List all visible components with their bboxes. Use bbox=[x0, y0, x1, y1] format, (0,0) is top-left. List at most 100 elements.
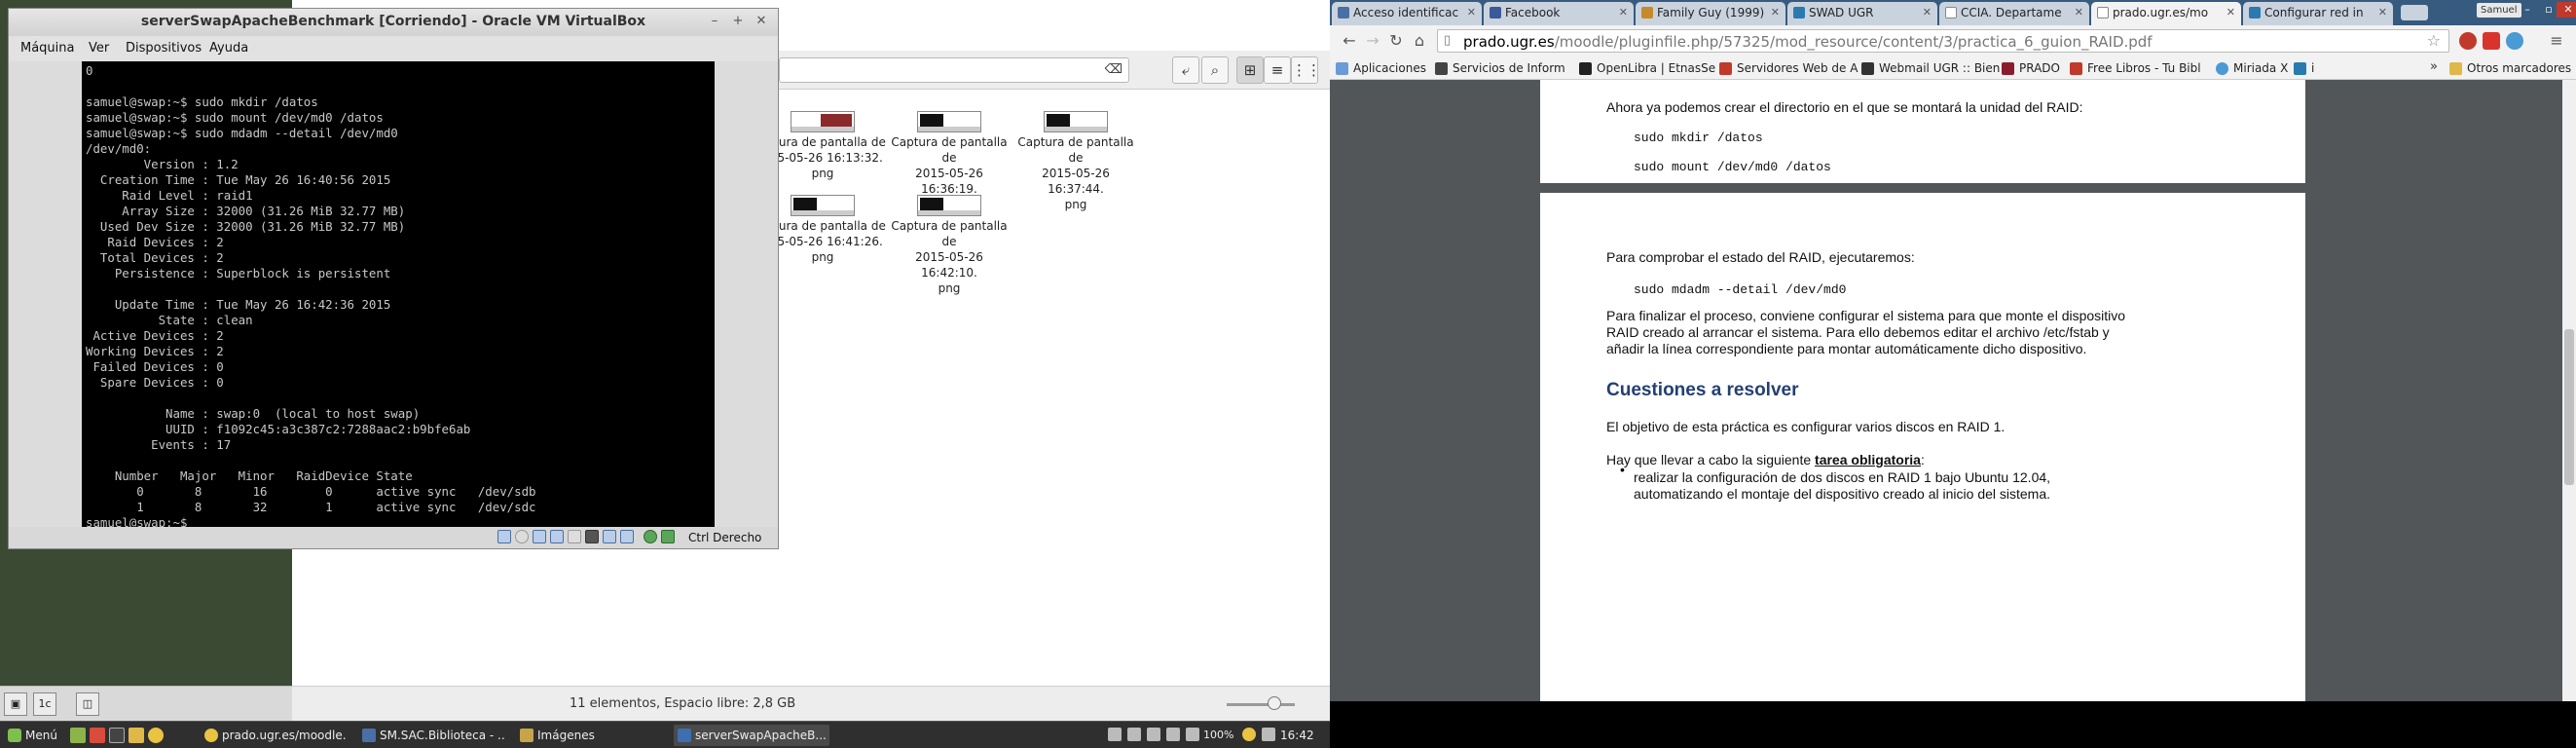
display-icon[interactable] bbox=[585, 530, 599, 543]
close-icon[interactable]: ✕ bbox=[2378, 2, 2387, 23]
bookmark-webmail[interactable]: Webmail UGR :: Bien bbox=[1861, 59, 2000, 77]
bookmark-prado[interactable]: PRADO bbox=[2002, 59, 2060, 77]
address-bar[interactable]: ▯ prado.ugr.es/moodle/pluginfile.php/573… bbox=[1437, 29, 2449, 53]
cpu-icon bbox=[644, 530, 657, 543]
usb-icon[interactable] bbox=[533, 530, 546, 543]
close-icon[interactable]: ✕ bbox=[1619, 2, 1628, 23]
close-icon[interactable]: ✕ bbox=[1923, 2, 1932, 23]
unused-screen-area bbox=[1330, 701, 2576, 748]
scrollbar-thumb[interactable] bbox=[2564, 329, 2574, 485]
other-bookmarks[interactable]: Otros marcadores bbox=[2449, 59, 2571, 77]
tab-facebook[interactable]: Facebook ✕ bbox=[1484, 2, 1634, 25]
page-info-icon[interactable]: ▯ bbox=[1444, 33, 1451, 48]
page-icon bbox=[2294, 62, 2306, 75]
volume-icon[interactable] bbox=[1262, 728, 1275, 741]
file-item[interactable]: Captura de pantalla de 2015-05-26 16:42:… bbox=[886, 179, 1012, 296]
maximize-icon[interactable]: + bbox=[729, 13, 747, 30]
close-icon[interactable]: ✕ bbox=[1467, 2, 1476, 23]
taskbar-item-images[interactable]: Imágenes bbox=[516, 725, 662, 746]
optical-drive-icon[interactable] bbox=[515, 530, 529, 543]
search-icon[interactable]: ⌕ bbox=[1201, 56, 1229, 84]
bookmark-label: PRADO bbox=[2019, 61, 2060, 75]
toggle-sidebar-button[interactable]: ◫ bbox=[76, 692, 99, 716]
tab-ccia[interactable]: CCIA. Departame ✕ bbox=[1939, 2, 2089, 25]
shared-folder-icon[interactable] bbox=[568, 530, 581, 543]
menu-icon[interactable]: ≡ bbox=[2547, 31, 2566, 51]
taskbar-item-label: Imágenes bbox=[537, 729, 595, 742]
menu-dispositivos[interactable]: Dispositivos bbox=[126, 41, 202, 56]
location-bar[interactable]: ⌫ bbox=[779, 57, 1129, 83]
chrome-launcher-icon[interactable] bbox=[148, 728, 164, 743]
bookmark-i[interactable]: i bbox=[2294, 59, 2314, 77]
chrome-tray-icon[interactable] bbox=[1242, 728, 1256, 741]
network-icon[interactable] bbox=[1166, 728, 1180, 741]
bookmark-servicios[interactable]: Servicios de Inform bbox=[1435, 59, 1565, 77]
user-icon[interactable] bbox=[1108, 728, 1122, 741]
zoom-slider-handle[interactable] bbox=[1268, 696, 1281, 710]
harddisk-icon[interactable] bbox=[497, 530, 511, 543]
icon-view-button[interactable]: ⊞ bbox=[1236, 56, 1264, 84]
pdf-viewer[interactable]: Ahora ya podemos crear el directorio en … bbox=[1330, 80, 2576, 701]
tab-configurar-red[interactable]: Configurar red in ✕ bbox=[2243, 2, 2393, 25]
app-launcher-icon[interactable] bbox=[90, 728, 105, 743]
show-tree-button[interactable]: 1c bbox=[33, 692, 56, 716]
taskbar-item-library[interactable]: SM.SAC.Biblioteca - ... bbox=[358, 725, 504, 746]
clock[interactable]: 16:42 bbox=[1280, 725, 1314, 746]
tab-family-guy[interactable]: Family Guy (1999) ✕ bbox=[1636, 2, 1785, 25]
minimize-icon[interactable]: – bbox=[2516, 2, 2539, 18]
window-titlebar[interactable]: serverSwapApacheBenchmark [Corriendo] - … bbox=[9, 9, 778, 36]
tab-prado-pdf[interactable]: prado.ugr.es/mo ✕ bbox=[2091, 2, 2241, 25]
taskbar-item-virtualbox[interactable]: serverSwapApacheB... bbox=[674, 725, 829, 746]
extension-icon-2[interactable] bbox=[2506, 32, 2523, 50]
bluetooth-icon[interactable] bbox=[1147, 728, 1160, 741]
profile-button[interactable]: Samuel bbox=[2477, 3, 2521, 18]
menu-maquina[interactable]: Máquina bbox=[20, 41, 75, 56]
file-item[interactable]: Captura de pantalla de 2015-05-26 16:37:… bbox=[1012, 95, 1139, 212]
reload-icon[interactable]: ↻ bbox=[1386, 31, 1406, 51]
mouse-integration-icon[interactable] bbox=[620, 530, 634, 543]
back-icon[interactable]: ← bbox=[1340, 31, 1359, 51]
clipboard-icon[interactable] bbox=[1127, 728, 1141, 741]
zoom-slider-track[interactable] bbox=[1227, 703, 1295, 706]
show-places-button[interactable]: ▣ bbox=[4, 692, 27, 716]
terminal-icon[interactable]: ⤶ bbox=[1172, 56, 1199, 84]
bookmark-openlibra[interactable]: OpenLibra | EtnasSe bbox=[1579, 59, 1715, 77]
close-icon[interactable]: ✕ bbox=[2075, 2, 2083, 23]
files-launcher-icon[interactable] bbox=[129, 728, 144, 743]
close-icon[interactable]: ✕ bbox=[753, 13, 770, 30]
battery-icon[interactable] bbox=[1186, 728, 1199, 741]
video-capture-icon[interactable] bbox=[603, 530, 616, 543]
menu-ver[interactable]: Ver bbox=[89, 41, 109, 56]
bookmark-aplicaciones[interactable]: Aplicaciones bbox=[1336, 59, 1426, 77]
start-menu-button[interactable]: Menú bbox=[6, 725, 57, 746]
show-desktop-icon[interactable] bbox=[70, 728, 86, 743]
bookmark-free-libros[interactable]: Free Libros - Tu Bibl bbox=[2070, 59, 2201, 77]
forward-icon[interactable]: → bbox=[1363, 31, 1382, 51]
adblock-icon[interactable] bbox=[2459, 32, 2477, 50]
code-line: sudo mdadm --detail /dev/md0 bbox=[1634, 282, 1847, 297]
list-view-button[interactable]: ≡ bbox=[1264, 56, 1291, 84]
minimize-icon[interactable]: – bbox=[706, 13, 723, 30]
url-path: /moodle/pluginfile.php/57325/mod_resourc… bbox=[1554, 33, 2153, 51]
close-icon[interactable]: ✕ bbox=[2557, 2, 2576, 18]
tab-acceso[interactable]: Acceso identificac ✕ bbox=[1332, 2, 1482, 25]
bookmark-servidores[interactable]: Servidores Web de A bbox=[1719, 59, 1858, 77]
new-tab-button[interactable] bbox=[2401, 5, 2428, 20]
page-icon bbox=[1338, 7, 1349, 19]
network-icon[interactable] bbox=[550, 530, 564, 543]
vm-console[interactable]: 0 samuel@swap:~$ sudo mkdir /datos samue… bbox=[82, 61, 715, 530]
tab-swad[interactable]: SWAD UGR ✕ bbox=[1787, 2, 1937, 25]
taskbar-item-chrome[interactable]: prado.ugr.es/moodle... bbox=[201, 725, 347, 746]
bookmark-miriada[interactable]: Miriada X bbox=[2216, 59, 2288, 77]
more-bookmarks-icon[interactable]: » bbox=[2430, 59, 2438, 74]
terminal-launcher-icon[interactable] bbox=[109, 728, 125, 743]
backspace-icon[interactable]: ⌫ bbox=[1105, 62, 1122, 77]
close-icon[interactable]: ✕ bbox=[2226, 2, 2235, 23]
menu-ayuda[interactable]: Ayuda bbox=[209, 41, 248, 56]
compact-view-button[interactable]: ⋮⋮ bbox=[1291, 56, 1321, 84]
extension-icon[interactable] bbox=[2483, 32, 2500, 50]
close-icon[interactable]: ✕ bbox=[1771, 2, 1780, 23]
home-icon[interactable]: ⌂ bbox=[1410, 31, 1429, 51]
bookmark-star-icon[interactable]: ☆ bbox=[2427, 31, 2441, 50]
pdf-scrollbar[interactable] bbox=[2562, 80, 2576, 701]
